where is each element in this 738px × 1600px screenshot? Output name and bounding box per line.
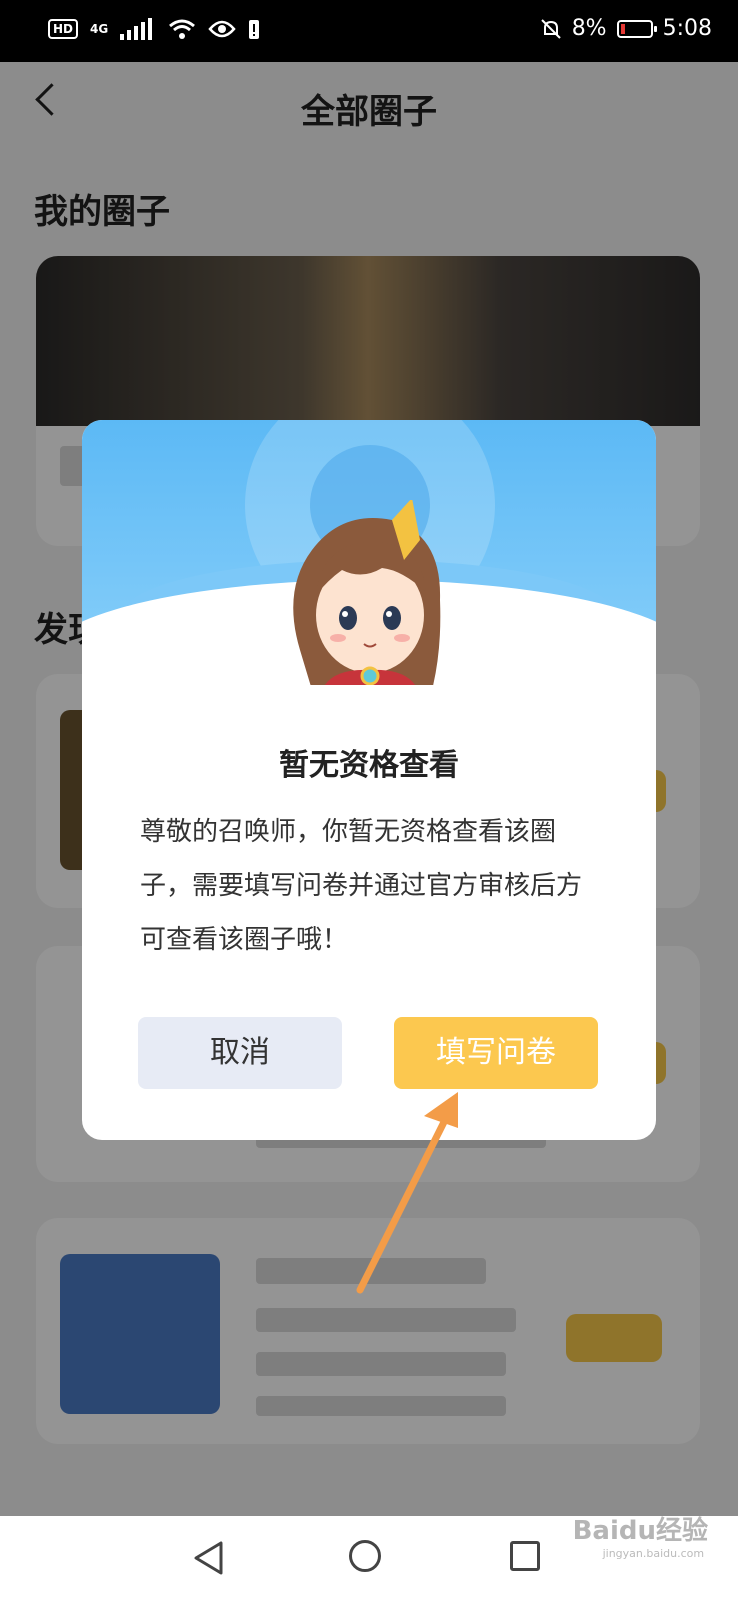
signal-icon (120, 18, 156, 40)
wifi-icon (169, 19, 196, 39)
hd-icon: HD (48, 19, 79, 39)
cancel-button[interactable]: 取消 (138, 1017, 342, 1089)
nav-recents-icon[interactable] (510, 1541, 540, 1571)
battery-percent: 8% (571, 16, 607, 41)
dialog-message: 尊敬的召唤师，你暂无资格查看该圈子，需要填写问卷并通过官方审核后方可查看该圈子哦… (140, 817, 583, 955)
permission-dialog: 暂无资格查看 尊敬的召唤师，你暂无资格查看该圈子，需要填写问卷并通过官方审核后方… (82, 420, 656, 1140)
nav-back-icon[interactable] (193, 1541, 225, 1575)
eye-icon (208, 20, 236, 38)
battery-alert-icon (249, 20, 260, 39)
battery-icon (616, 19, 657, 38)
status-bar: HD 4G 8% 5:08 (0, 0, 738, 62)
fill-questionnaire-button[interactable]: 填写问卷 (394, 1017, 598, 1089)
mascot-girl-illustration (293, 500, 441, 685)
baidu-watermark: Baidu经验 jingyan.baidu.com (572, 1516, 708, 1560)
clock: 5:08 (662, 16, 712, 41)
mute-icon (540, 18, 561, 39)
dialog-title: 暂无资格查看 (279, 748, 459, 783)
network-label: 4G (90, 22, 109, 36)
nav-home-icon[interactable] (349, 1540, 381, 1572)
dialog-illustration (82, 420, 656, 685)
